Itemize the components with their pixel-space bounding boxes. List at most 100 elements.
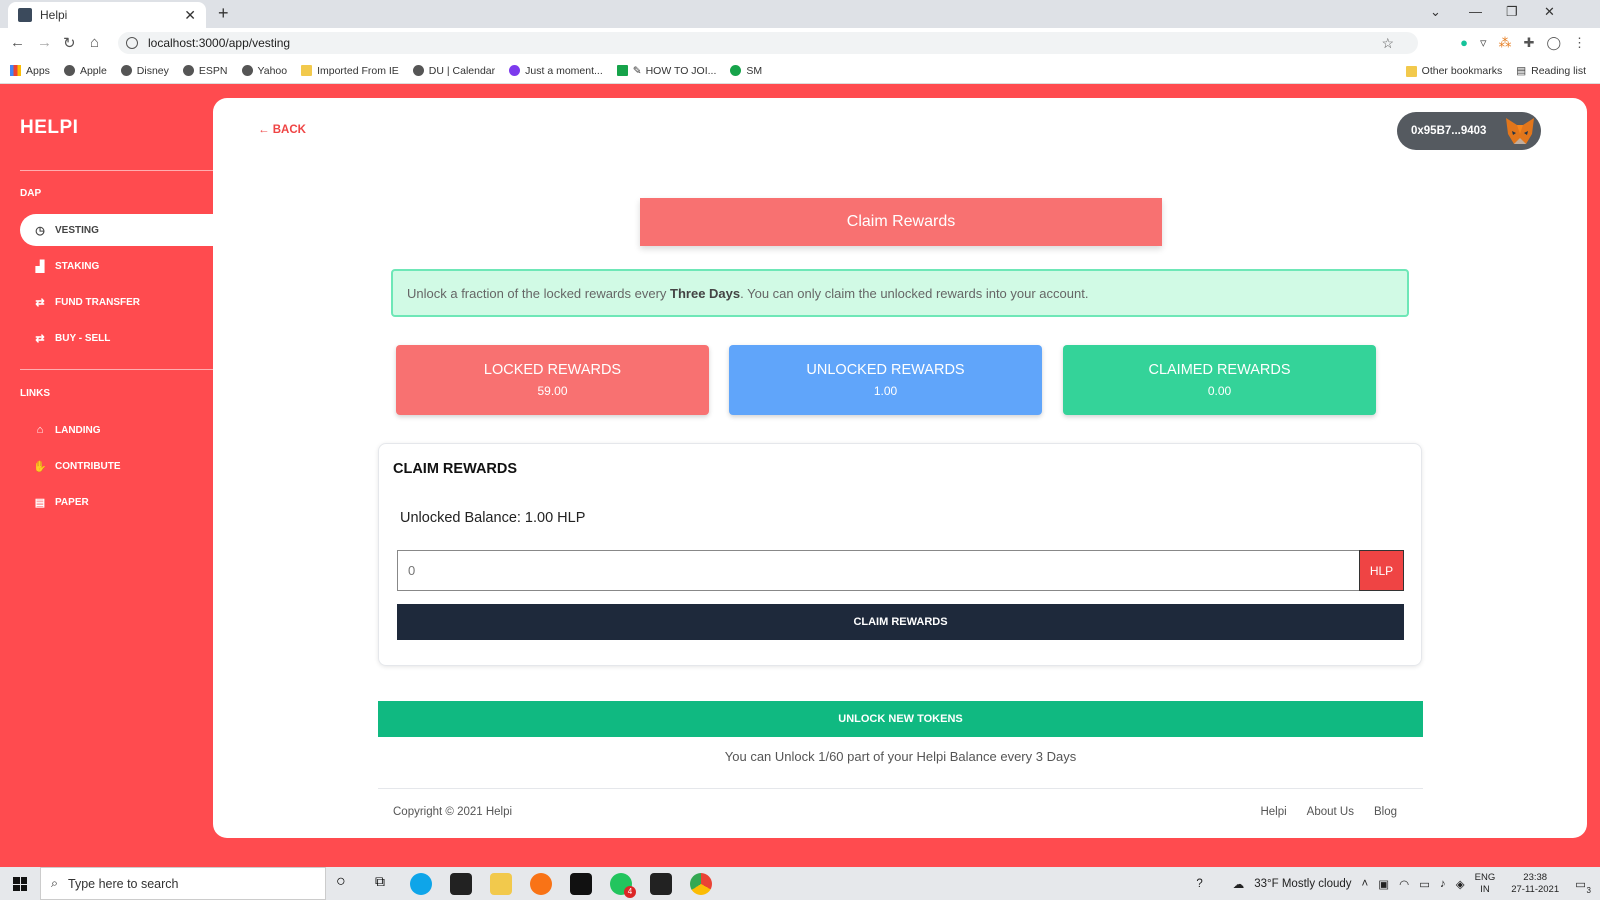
footer-links: Helpi About Us Blog — [1260, 806, 1397, 818]
windows-taskbar: ⌕ Type here to search ○ ⧉ 4 ? ☁ 33°F Mos… — [0, 867, 1600, 900]
brand-logo[interactable]: HELPI — [20, 117, 78, 139]
new-tab-button[interactable]: + — [218, 3, 229, 24]
close-tab-icon[interactable]: ✕ — [184, 7, 196, 24]
home-icon: ⌂ — [36, 424, 44, 436]
pocket-icon[interactable]: ▿ — [1480, 35, 1487, 51]
other-bookmarks[interactable]: Other bookmarks — [1405, 65, 1502, 77]
card-value: 59.00 — [537, 384, 568, 398]
chrome-icon[interactable] — [690, 873, 712, 895]
footer-link-about-us[interactable]: About Us — [1307, 806, 1354, 818]
sidebar-item-vesting[interactable]: ◷ VESTING — [20, 214, 213, 246]
metamask-fox-icon — [1506, 118, 1534, 144]
whatsapp-icon[interactable]: 4 — [610, 873, 636, 898]
sidebar-section-links: LINKS — [20, 388, 50, 399]
task-view-icon[interactable]: ⧉ — [375, 873, 397, 895]
locked-rewards-card: LOCKED REWARDS 59.00 — [396, 345, 709, 415]
bookmark-star-icon[interactable]: ☆ — [1381, 35, 1394, 52]
claim-rewards-button[interactable]: CLAIM REWARDS — [397, 604, 1404, 640]
back-arrow-icon[interactable]: ← — [10, 34, 25, 51]
edge-icon[interactable] — [410, 873, 432, 895]
profile-avatar-icon[interactable]: ◯ — [1546, 35, 1561, 51]
folder-icon — [301, 65, 313, 76]
reading-list[interactable]: ▤ Reading list — [1516, 65, 1586, 77]
page-title-banner: Claim Rewards — [640, 198, 1162, 246]
sidebar-divider — [20, 170, 213, 171]
card-value: 0.00 — [1207, 384, 1232, 398]
card-title: CLAIMED REWARDS — [1148, 362, 1291, 378]
help-icon[interactable]: ? — [1196, 878, 1202, 890]
notification-icon[interactable]: ▭ 3 — [1575, 877, 1591, 895]
apps-grid-icon — [10, 65, 21, 76]
bookmark-apple[interactable]: Apple — [63, 65, 107, 77]
terminal-icon[interactable] — [650, 873, 672, 895]
language-indicator[interactable]: ENG IN — [1475, 872, 1496, 896]
browser-tab[interactable]: Helpi ✕ — [8, 2, 206, 28]
file-explorer-icon[interactable] — [490, 873, 512, 895]
back-link[interactable]: ← BACK — [258, 124, 306, 136]
wallet-address: 0x95B7...9403 — [1411, 125, 1487, 137]
pycharm-icon[interactable] — [570, 873, 592, 895]
taskbar-search-box[interactable]: ⌕ Type here to search — [40, 867, 326, 900]
restore-button[interactable]: ❐ — [1506, 4, 1518, 20]
sidebar-item-paper[interactable]: ▤ PAPER — [20, 486, 213, 518]
sidebar-item-label: BUY - SELL — [55, 332, 111, 344]
chrome-menu-icon[interactable]: ⋮ — [1573, 35, 1586, 51]
globe-icon — [412, 65, 424, 76]
bookmark-imported[interactable]: Imported From IE — [301, 65, 399, 77]
currency-unit-badge: HLP — [1359, 550, 1404, 591]
minimize-button[interactable]: — — [1469, 4, 1482, 19]
bookmark-yahoo[interactable]: Yahoo — [241, 65, 287, 77]
amazon-icon[interactable] — [450, 873, 472, 895]
sidebar-item-landing[interactable]: ⌂ LANDING — [20, 414, 213, 446]
bookmark-disney[interactable]: Disney — [120, 65, 169, 77]
weather-text[interactable]: 33°F Mostly cloudy — [1254, 878, 1351, 890]
tab-search-icon[interactable]: ⌄ — [1430, 4, 1441, 20]
site-info-icon[interactable] — [126, 37, 138, 49]
sidebar-item-label: LANDING — [55, 424, 101, 436]
main-panel: ← BACK 0x95B7...9403 Claim Rewards Unloc… — [213, 98, 1587, 838]
sidebar-item-buy-sell[interactable]: ⇄ BUY - SELL — [20, 322, 213, 354]
card-title: LOCKED REWARDS — [483, 362, 622, 378]
sidebar-item-staking[interactable]: ▟ STAKING — [20, 250, 213, 282]
chevron-up-icon[interactable]: ˄ — [1362, 878, 1369, 890]
windows-start-icon[interactable] — [13, 877, 27, 891]
wallet-button[interactable]: 0x95B7...9403 — [1397, 112, 1541, 150]
footer-link-helpi[interactable]: Helpi — [1260, 806, 1286, 818]
claim-rewards-panel: CLAIM REWARDS Unlocked Balance: 1.00 HLP… — [378, 443, 1422, 666]
cortana-icon[interactable]: ○ — [336, 873, 358, 895]
sidebar-item-fund-transfer[interactable]: ⇄ FUND TRANSFER — [20, 286, 213, 318]
reload-icon[interactable]: ↻ — [63, 34, 76, 52]
bookmark-espn[interactable]: ESPN — [182, 65, 228, 77]
footer-link-blog[interactable]: Blog — [1374, 806, 1397, 818]
bookmark-apps[interactable]: Apps — [10, 65, 50, 77]
extension-icon[interactable]: ⁂ — [1499, 35, 1512, 51]
unlock-new-tokens-button[interactable]: UNLOCK NEW TOKENS — [378, 701, 1423, 737]
info-alert: Unlock a fraction of the locked rewards … — [391, 269, 1409, 317]
claim-amount-input[interactable] — [397, 550, 1360, 591]
clock[interactable]: 23:38 27-11-2021 — [1511, 872, 1559, 896]
forward-arrow-icon[interactable]: → — [37, 34, 52, 51]
bookmark-just-a-moment[interactable]: Just a moment... — [509, 65, 603, 77]
firefox-icon[interactable] — [530, 873, 552, 895]
volume-icon[interactable]: ♪ — [1440, 878, 1446, 890]
close-window-button[interactable]: ✕ — [1544, 4, 1555, 20]
grammarly-icon[interactable]: ● — [1460, 35, 1468, 51]
unlocked-rewards-card: UNLOCKED REWARDS 1.00 — [729, 345, 1042, 415]
wifi-icon[interactable]: ◠ — [1399, 877, 1409, 891]
globe-icon — [120, 65, 132, 76]
system-tray: ? ☁ 33°F Mostly cloudy ˄ ▣ ◠ ▭ ♪ ◈ ENG IN… — [1196, 867, 1591, 900]
bookmark-du-calendar[interactable]: DU | Calendar — [412, 65, 495, 77]
dropbox-icon[interactable]: ◈ — [1456, 877, 1465, 891]
notification-count: 3 — [1586, 885, 1591, 895]
home-icon[interactable]: ⌂ — [90, 34, 99, 51]
url-field[interactable]: localhost:3000/app/vesting ☆ — [118, 32, 1418, 54]
battery-icon[interactable]: ▭ — [1419, 877, 1430, 891]
copyright: Copyright © 2021 Helpi — [393, 806, 513, 818]
claimed-rewards-card: CLAIMED REWARDS 0.00 — [1063, 345, 1376, 415]
meet-icon[interactable]: ▣ — [1378, 877, 1389, 891]
puzzle-icon[interactable]: ✚ — [1524, 35, 1535, 51]
card-title: UNLOCKED REWARDS — [806, 362, 965, 378]
bookmark-sm[interactable]: SM — [730, 65, 762, 77]
sidebar-item-contribute[interactable]: ✋ CONTRIBUTE — [20, 450, 213, 482]
bookmark-how-to-join[interactable]: ✎ HOW TO JOI... — [616, 65, 716, 77]
